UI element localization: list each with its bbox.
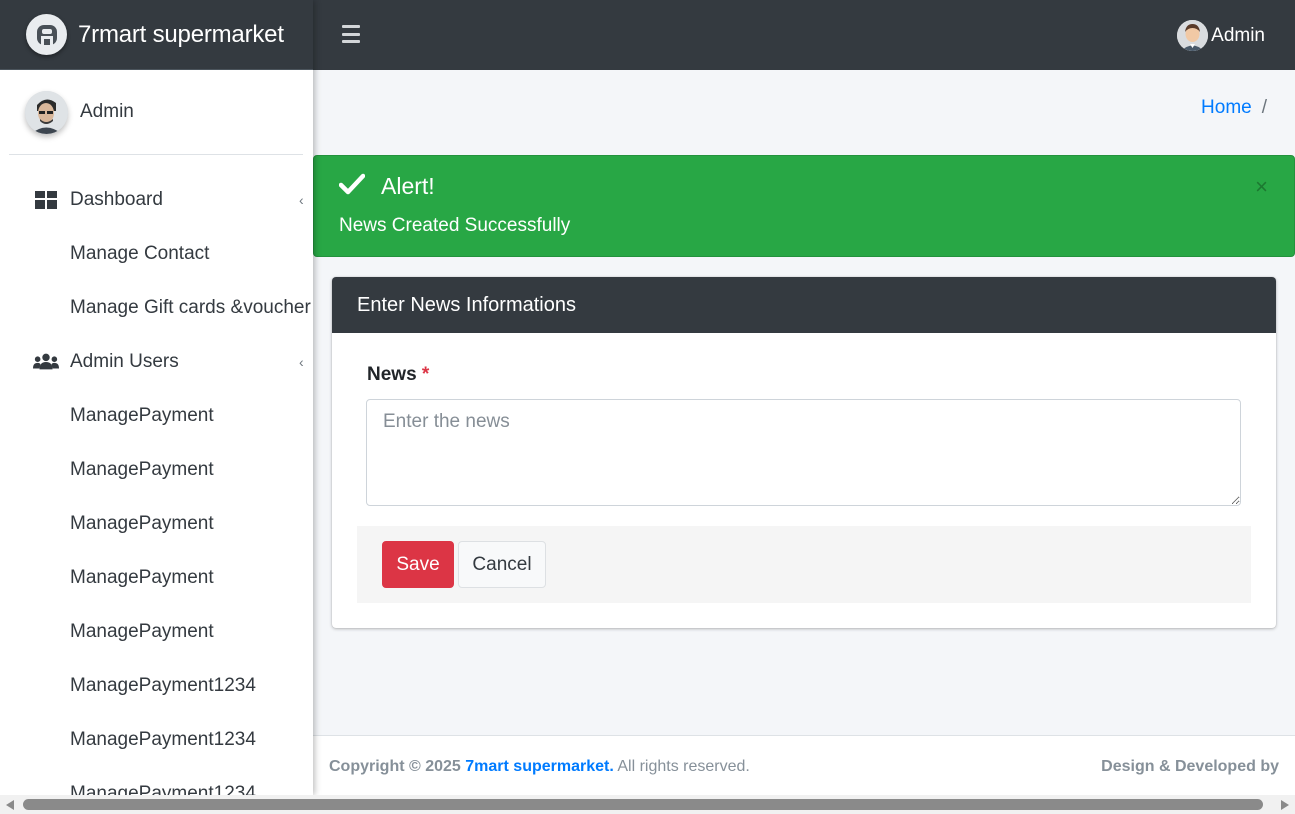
footer-credit: Design & Developed by xyxy=(1101,758,1279,775)
success-alert: Alert! News Created Successfully × xyxy=(313,155,1295,257)
breadcrumb-home-link[interactable]: Home xyxy=(1201,97,1252,118)
cancel-button[interactable]: Cancel xyxy=(458,541,546,588)
card-footer: Save Cancel xyxy=(357,526,1251,603)
sidebar-item-label: ManagePayment1234 xyxy=(70,675,256,696)
sidebar-item-managepayment[interactable]: ManagePayment xyxy=(0,551,313,605)
sidebar-item-managepayment1234[interactable]: ManagePayment1234 xyxy=(0,767,313,795)
required-mark: * xyxy=(421,364,430,385)
news-label-text: News xyxy=(367,364,417,385)
navbar-avatar xyxy=(1177,20,1209,51)
users-group-icon xyxy=(33,353,59,371)
main-footer: Copyright © 2025 7mart supermarket. All … xyxy=(313,735,1295,795)
sidebar-item-admin-users[interactable]: Admin Users ‹ xyxy=(0,335,313,389)
sidebar-item-label: ManagePayment1234 xyxy=(70,783,256,795)
copyright-text: Copyright © 2025 xyxy=(329,758,461,775)
breadcrumb-separator: / xyxy=(1261,97,1267,118)
footer-copyright: Copyright © 2025 7mart supermarket. All … xyxy=(329,758,750,776)
scrollbar-thumb[interactable] xyxy=(23,799,1263,810)
rights-text: All rights reserved. xyxy=(617,758,750,775)
sidebar-item-label: ManagePayment xyxy=(70,513,214,534)
sidebar-item-manage-contact[interactable]: Manage Contact xyxy=(0,227,313,281)
scroll-right-arrow-icon[interactable] xyxy=(1281,800,1289,810)
sidebar-item-managepayment[interactable]: ManagePayment xyxy=(0,389,313,443)
sidebar-item-label: ManagePayment xyxy=(70,405,214,426)
sidebar-item-label: ManagePayment1234 xyxy=(70,729,256,750)
sidebar-item-managepayment1234[interactable]: ManagePayment1234 xyxy=(0,659,313,713)
sidebar-item-managepayment[interactable]: ManagePayment xyxy=(0,497,313,551)
scroll-left-arrow-icon[interactable] xyxy=(6,800,14,810)
news-form-card: Enter News Informations News * Save Canc… xyxy=(332,277,1276,628)
sidebar-item-label: ManagePayment xyxy=(70,567,214,588)
breadcrumb: Home / xyxy=(1201,97,1267,119)
dashboard-grid-icon xyxy=(33,191,59,209)
sidebar-user-panel[interactable]: Admin xyxy=(9,70,303,155)
sidebar-item-managepayment[interactable]: ManagePayment xyxy=(0,605,313,659)
news-label: News * xyxy=(367,364,429,386)
horizontal-scrollbar[interactable] xyxy=(0,795,1295,814)
user-avatar xyxy=(25,90,68,134)
save-button[interactable]: Save xyxy=(382,541,454,588)
brand-name: 7rmart supermarket xyxy=(78,20,284,48)
hamburger-menu-icon[interactable] xyxy=(342,25,360,43)
sidebar-user-name: Admin xyxy=(80,101,134,122)
brand-logo-icon xyxy=(26,14,67,55)
sidebar-item-label: Admin Users xyxy=(70,351,179,372)
sidebar-item-managepayment[interactable]: ManagePayment xyxy=(0,443,313,497)
sidebar-item-label: Manage Contact xyxy=(70,243,210,264)
chevron-left-icon: ‹ xyxy=(299,192,304,208)
brand-link[interactable]: 7rmart supermarket xyxy=(0,0,313,70)
sidebar-item-label: Manage Gift cards &voucher xyxy=(70,297,311,318)
close-icon[interactable]: × xyxy=(1255,176,1268,198)
main-sidebar: 7rmart supermarket Admin Dashboard ‹ Man… xyxy=(0,0,313,795)
navbar-user-name: Admin xyxy=(1211,24,1265,46)
sidebar-nav: Dashboard ‹ Manage Contact Manage Gift c… xyxy=(0,155,313,795)
navbar-user-menu[interactable]: Admin xyxy=(1177,20,1265,51)
sidebar-item-label: Dashboard xyxy=(70,189,163,210)
top-navbar: Admin xyxy=(313,0,1295,70)
check-icon xyxy=(338,173,366,200)
sidebar-item-manage-gift-cards[interactable]: Manage Gift cards &voucher xyxy=(0,281,313,335)
alert-message: News Created Successfully xyxy=(339,215,571,236)
sidebar-item-label: ManagePayment xyxy=(70,459,214,480)
sidebar-item-label: ManagePayment xyxy=(70,621,214,642)
sidebar-item-dashboard[interactable]: Dashboard ‹ xyxy=(0,173,313,227)
card-title: Enter News Informations xyxy=(332,277,1276,333)
alert-title: Alert! xyxy=(381,173,435,199)
chevron-left-icon: ‹ xyxy=(299,354,304,370)
company-link[interactable]: 7mart supermarket. xyxy=(465,758,614,775)
news-input[interactable] xyxy=(366,399,1241,506)
sidebar-item-managepayment1234[interactable]: ManagePayment1234 xyxy=(0,713,313,767)
